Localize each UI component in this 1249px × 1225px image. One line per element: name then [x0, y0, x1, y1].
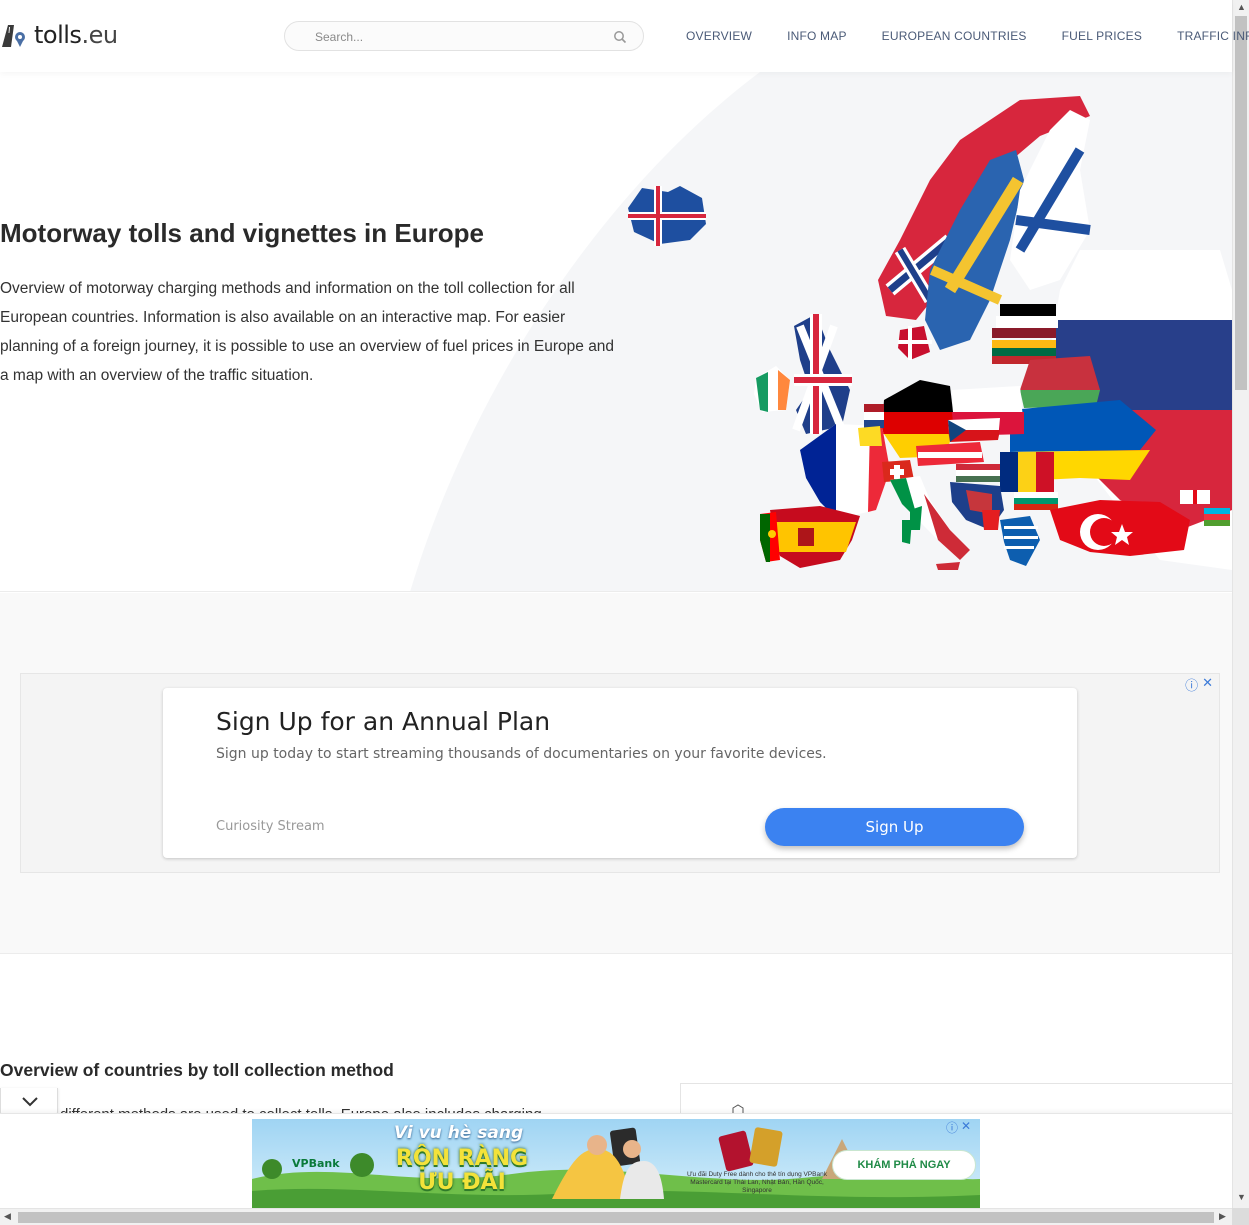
banner-ad[interactable]: Vi vu hè sang RỘN RÀNG ƯU ĐÃI VPBank Ưu …	[252, 1119, 980, 1209]
banner-fine-print: Ưu đãi Duty Free dành cho thẻ tín dụng V…	[687, 1171, 827, 1194]
banner-close-icon[interactable]: ✕	[961, 1119, 971, 1136]
hero-description: Overview of motorway charging methods an…	[0, 280, 615, 384]
hero-section: Motorway tolls and vignettes in Europe O…	[0, 72, 1232, 592]
map-iceland[interactable]	[628, 186, 706, 246]
scroll-right-arrow-icon[interactable]: ▶	[1219, 1211, 1226, 1222]
map-czechia[interactable]	[948, 418, 1000, 442]
search-input[interactable]	[299, 28, 599, 46]
nav-overview[interactable]: OVERVIEW	[686, 29, 752, 43]
banner-brand: VPBank	[292, 1157, 340, 1170]
nav-info-map[interactable]: INFO MAP	[787, 29, 847, 43]
logo-road-pin-icon	[2, 25, 25, 47]
map-bulgaria[interactable]	[1014, 492, 1058, 510]
vertical-scrollbar[interactable]: ▲ ▼	[1232, 0, 1249, 1208]
map-romania[interactable]	[1000, 452, 1054, 492]
map-ireland[interactable]	[754, 366, 790, 412]
nav-european-countries[interactable]: EUROPEAN COUNTRIES	[882, 29, 1027, 43]
map-baltics[interactable]	[992, 304, 1058, 364]
ad-description: Sign up today to start streaming thousan…	[216, 746, 827, 762]
display-ad[interactable]: ⓘ ✕ Sign Up for an Annual Plan Sign up t…	[20, 673, 1220, 873]
chevron-down-icon	[22, 1097, 38, 1107]
site-logo[interactable]: tolls.eu	[0, 20, 118, 50]
ad-brand: Curiosity Stream	[216, 819, 325, 834]
scroll-up-arrow-icon[interactable]: ▲	[1237, 2, 1246, 12]
map-austria[interactable]	[916, 442, 984, 466]
map-hungary[interactable]	[956, 464, 1006, 482]
banner-promo-text: RỘN RÀNG ƯU ĐÃI	[395, 1146, 529, 1195]
ad-section: ⓘ ✕ Sign Up for an Annual Plan Sign up t…	[0, 593, 1232, 954]
banner-cta-button[interactable]: KHÁM PHÁ NGAY	[832, 1150, 976, 1180]
ad-signup-button[interactable]: Sign Up	[765, 808, 1024, 846]
banner-ad-choices[interactable]: ⓘ ✕	[946, 1119, 971, 1136]
ad-choices[interactable]: ⓘ ✕	[1185, 675, 1213, 694]
scroll-down-arrow-icon[interactable]: ▼	[1237, 1192, 1246, 1202]
map-belgium-netherlands[interactable]	[858, 404, 884, 446]
ad-close-icon[interactable]: ✕	[1202, 675, 1213, 694]
map-belarus[interactable]	[1020, 356, 1100, 408]
banner-info-icon[interactable]: ⓘ	[946, 1119, 958, 1136]
collapse-toggle[interactable]	[0, 1088, 58, 1116]
banner-headline: Vi vu hè sang	[394, 1123, 524, 1143]
horizontal-scroll-thumb[interactable]	[18, 1212, 1214, 1223]
search-icon[interactable]	[613, 30, 627, 44]
map-united-kingdom[interactable]	[792, 314, 852, 434]
horizontal-scrollbar[interactable]: ◀ ▶	[0, 1208, 1232, 1225]
hero-title: Motorway tolls and vignettes in Europe	[0, 218, 484, 248]
bottom-sticky-ad: Vi vu hè sang RỘN RÀNG ƯU ĐÃI VPBank Ưu …	[0, 1113, 1232, 1210]
nav-traffic-info[interactable]: TRAFFIC INF	[1177, 29, 1249, 43]
map-balkans[interactable]	[950, 482, 1004, 530]
map-greece[interactable]	[1000, 516, 1040, 566]
nav-fuel-prices[interactable]: FUEL PRICES	[1062, 29, 1142, 43]
site-header: tolls.eu OVERVIEW INFO MAP EUROPEAN COUN…	[0, 0, 1249, 72]
overview-title: Overview of countries by toll collection…	[0, 1060, 394, 1080]
logo-text: tolls.eu	[34, 21, 118, 49]
europe-flag-map[interactable]	[620, 90, 1232, 580]
scrollbar-corner	[1232, 1208, 1249, 1225]
map-denmark[interactable]	[898, 326, 932, 360]
map-turkey[interactable]	[1050, 500, 1190, 556]
vertical-scroll-thumb[interactable]	[1235, 16, 1247, 390]
map-spain[interactable]	[770, 506, 860, 568]
main-nav: OVERVIEW INFO MAP EUROPEAN COUNTRIES FUE…	[686, 29, 1249, 43]
ad-card[interactable]: Sign Up for an Annual Plan Sign up today…	[163, 688, 1077, 858]
ad-info-icon[interactable]: ⓘ	[1185, 675, 1198, 694]
search-box	[284, 21, 644, 51]
scroll-left-arrow-icon[interactable]: ◀	[4, 1211, 11, 1222]
ad-title[interactable]: Sign Up for an Annual Plan	[216, 707, 550, 736]
